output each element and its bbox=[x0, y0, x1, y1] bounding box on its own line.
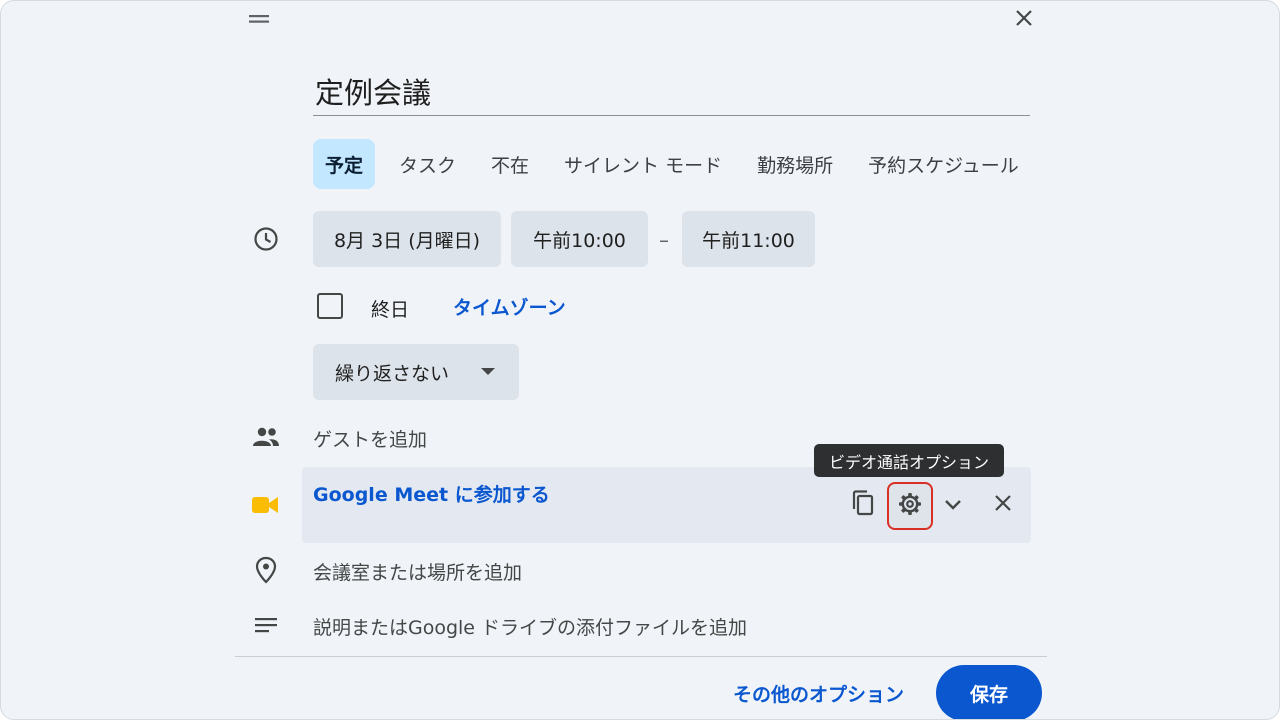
google-meet-icon bbox=[251, 491, 279, 519]
gear-icon bbox=[898, 492, 922, 520]
save-button[interactable]: 保存 bbox=[936, 665, 1042, 719]
event-title-input[interactable] bbox=[313, 67, 1030, 116]
tab-task[interactable]: タスク bbox=[388, 139, 467, 189]
tab-out-of-office[interactable]: 不在 bbox=[480, 139, 540, 189]
recurrence-value: 繰り返さない bbox=[335, 362, 450, 385]
tab-working-location[interactable]: 勤務場所 bbox=[746, 139, 844, 189]
event-type-tabs: 予定 タスク 不在 サイレント モード 勤務場所 予約スケジュール bbox=[313, 139, 1030, 189]
remove-meet-button[interactable] bbox=[983, 485, 1023, 525]
notes-icon bbox=[252, 611, 280, 639]
drag-handle-icon[interactable] bbox=[247, 7, 271, 31]
people-icon bbox=[252, 423, 280, 451]
footer-divider bbox=[235, 656, 1047, 657]
add-description-input[interactable]: 説明またはGoogle ドライブの添付ファイルを追加 bbox=[313, 613, 747, 640]
close-dialog-button[interactable] bbox=[1009, 5, 1039, 35]
copy-meet-link-button[interactable] bbox=[843, 485, 883, 525]
video-call-options-button[interactable] bbox=[887, 482, 933, 530]
copy-icon bbox=[851, 490, 875, 520]
close-icon bbox=[1015, 9, 1033, 31]
video-call-options-tooltip: ビデオ通話オプション bbox=[814, 444, 1004, 477]
start-time-button[interactable]: 午前10:00 bbox=[511, 211, 648, 267]
dropdown-caret-icon bbox=[481, 368, 495, 375]
allday-label: 終日 bbox=[371, 299, 410, 321]
allday-checkbox[interactable] bbox=[317, 293, 343, 319]
chevron-down-icon bbox=[944, 496, 962, 515]
time-separator: – bbox=[659, 228, 669, 252]
event-dialog: 予定 タスク 不在 サイレント モード 勤務場所 予約スケジュール 8月 3日 … bbox=[0, 0, 1280, 720]
close-icon bbox=[994, 494, 1012, 516]
add-guests-input[interactable]: ゲストを追加 bbox=[313, 425, 427, 452]
recurrence-select[interactable]: 繰り返さない bbox=[313, 344, 519, 400]
join-meet-link[interactable]: Google Meet に参加する bbox=[313, 480, 550, 507]
location-pin-icon bbox=[252, 556, 280, 584]
tab-appointment-schedule[interactable]: 予約スケジュール bbox=[857, 139, 1030, 189]
more-options-button[interactable]: その他のオプション bbox=[733, 680, 904, 707]
tab-event[interactable]: 予定 bbox=[313, 139, 376, 189]
end-time-button[interactable]: 午前11:00 bbox=[682, 211, 815, 267]
add-location-input[interactable]: 会議室または場所を追加 bbox=[313, 558, 522, 585]
timezone-link[interactable]: タイムゾーン bbox=[453, 293, 566, 320]
date-picker-button[interactable]: 8月 3日 (月曜日) bbox=[313, 211, 501, 267]
tab-focus-time[interactable]: サイレント モード bbox=[553, 139, 733, 189]
expand-meet-button[interactable] bbox=[933, 485, 973, 525]
clock-icon bbox=[252, 225, 280, 253]
